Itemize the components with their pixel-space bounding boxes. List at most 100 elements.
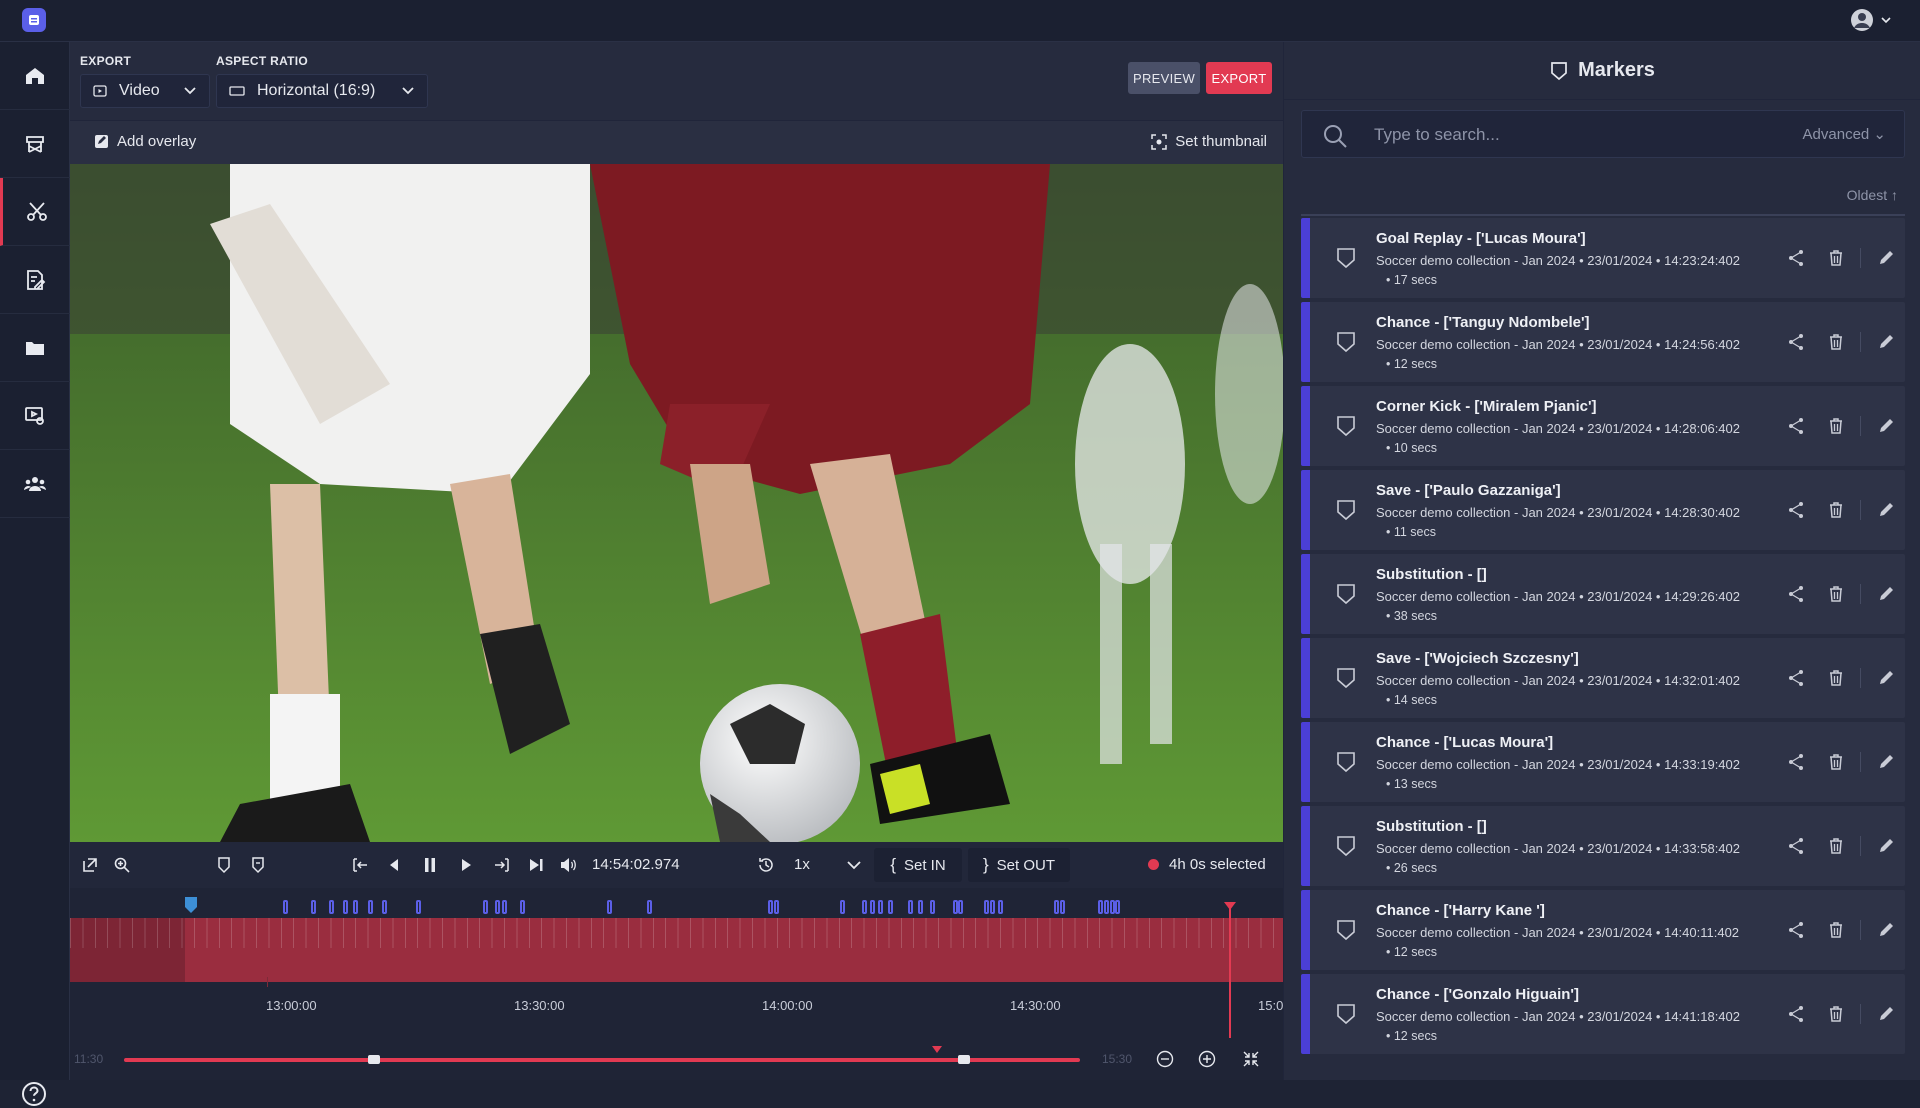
nav-clip-editor[interactable] — [0, 178, 70, 246]
timeline-marker[interactable] — [368, 900, 373, 914]
timeline-marker[interactable] — [502, 900, 507, 914]
export-type-select[interactable]: Video — [80, 74, 210, 108]
set-thumbnail-button[interactable]: Set thumbnail — [1151, 133, 1267, 150]
set-out-button[interactable]: } Set OUT — [968, 848, 1070, 882]
history-button[interactable] — [756, 855, 776, 875]
timeline-marker[interactable] — [878, 900, 883, 914]
trash-icon[interactable] — [1826, 584, 1846, 604]
timeline-marker[interactable] — [1098, 900, 1103, 914]
timeline-marker[interactable] — [918, 900, 923, 914]
scroll-track[interactable] — [124, 1058, 1080, 1062]
timeline-marker[interactable] — [416, 900, 421, 914]
share-icon[interactable] — [1786, 668, 1806, 688]
marker-search[interactable]: Advanced ⌄ — [1301, 110, 1905, 158]
timeline-marker[interactable] — [607, 900, 612, 914]
trash-icon[interactable] — [1826, 248, 1846, 268]
current-marker-icon[interactable] — [184, 896, 198, 914]
marker-track[interactable] — [70, 888, 1283, 918]
timeline-marker[interactable] — [1060, 900, 1065, 914]
share-icon[interactable] — [1786, 1004, 1806, 1024]
nav-folders[interactable] — [0, 314, 70, 382]
timeline-marker[interactable] — [1054, 900, 1059, 914]
pencil-icon[interactable] — [1876, 836, 1896, 856]
share-icon[interactable] — [1786, 752, 1806, 772]
video-player[interactable] — [70, 164, 1283, 842]
play-button[interactable] — [456, 855, 476, 875]
trash-icon[interactable] — [1826, 1004, 1846, 1024]
nav-media-settings[interactable] — [0, 382, 70, 450]
marker-card[interactable]: Chance - ['Harry Kane '] Soccer demo coll… — [1301, 890, 1905, 970]
nav-director[interactable] — [0, 110, 70, 178]
playhead[interactable] — [1229, 906, 1231, 1038]
add-marker-button[interactable] — [214, 855, 234, 875]
trash-icon[interactable] — [1826, 668, 1846, 688]
pencil-icon[interactable] — [1876, 668, 1896, 688]
marker-card[interactable]: Save - ['Paulo Gazzaniga'] Soccer demo co… — [1301, 470, 1905, 550]
timeline-marker[interactable] — [774, 900, 779, 914]
set-in-button[interactable]: { Set IN — [874, 848, 962, 882]
timeline-marker[interactable] — [930, 900, 935, 914]
skip-end-button[interactable] — [526, 855, 546, 875]
timeline-marker[interactable] — [483, 900, 488, 914]
collapse-icon[interactable] — [1242, 1050, 1260, 1068]
marker-card[interactable]: Chance - ['Gonzalo Higuain'] Soccer demo … — [1301, 974, 1905, 1054]
marker-card[interactable]: Substitution - [] Soccer demo collection … — [1301, 554, 1905, 634]
speed-value[interactable]: 1x — [794, 856, 810, 873]
pencil-icon[interactable] — [1876, 332, 1896, 352]
advanced-search-toggle[interactable]: Advanced ⌄ — [1803, 125, 1886, 143]
timeline-marker[interactable] — [990, 900, 995, 914]
pencil-icon[interactable] — [1876, 416, 1896, 436]
timeline-marker[interactable] — [343, 900, 348, 914]
pencil-icon[interactable] — [1876, 920, 1896, 940]
timeline-marker[interactable] — [870, 900, 875, 914]
marker-card[interactable]: Chance - ['Lucas Moura'] Soccer demo coll… — [1301, 722, 1905, 802]
marker-card[interactable]: Goal Replay - ['Lucas Moura'] Soccer demo… — [1301, 218, 1905, 298]
marker-card[interactable]: Save - ['Wojciech Szczesny'] Soccer demo … — [1301, 638, 1905, 718]
trash-icon[interactable] — [1826, 836, 1846, 856]
search-input[interactable] — [1374, 123, 1774, 147]
aspect-ratio-select[interactable]: Horizontal (16:9) — [216, 74, 428, 108]
nav-edit[interactable] — [0, 246, 70, 314]
marker-card[interactable]: Substitution - [] Soccer demo collection … — [1301, 806, 1905, 886]
timeline-marker[interactable] — [984, 900, 989, 914]
timeline-marker[interactable] — [768, 900, 773, 914]
timeline-marker[interactable] — [382, 900, 387, 914]
go-to-out-button[interactable] — [492, 855, 512, 875]
preview-button[interactable]: PREVIEW — [1128, 62, 1200, 94]
add-overlay-button[interactable]: Add overlay — [94, 133, 196, 150]
timeline-marker[interactable] — [1104, 900, 1109, 914]
timeline-marker[interactable] — [283, 900, 288, 914]
timeline-marker[interactable] — [888, 900, 893, 914]
app-logo[interactable] — [22, 8, 46, 32]
timeline-marker[interactable] — [520, 900, 525, 914]
trash-icon[interactable] — [1826, 752, 1846, 772]
share-icon[interactable] — [1786, 584, 1806, 604]
timeline-marker[interactable] — [311, 900, 316, 914]
scroll-handle-right[interactable] — [958, 1055, 970, 1064]
trash-icon[interactable] — [1826, 920, 1846, 940]
pencil-icon[interactable] — [1876, 1004, 1896, 1024]
marker-list-button[interactable] — [248, 855, 268, 875]
popout-button[interactable] — [80, 855, 100, 875]
marker-card[interactable]: Corner Kick - ['Miralem Pjanic'] Soccer d… — [1301, 386, 1905, 466]
nav-home[interactable] — [0, 42, 70, 110]
timeline-marker[interactable] — [840, 900, 845, 914]
trash-icon[interactable] — [1826, 332, 1846, 352]
share-icon[interactable] — [1786, 920, 1806, 940]
timeline[interactable]: 13:00:00 13:30:00 14:00:00 14:30:00 15:0… — [70, 888, 1288, 1080]
timeline-marker[interactable] — [647, 900, 652, 914]
timeline-marker[interactable] — [908, 900, 913, 914]
help-icon[interactable] — [20, 1080, 48, 1108]
pencil-icon[interactable] — [1876, 248, 1896, 268]
playhead-handle[interactable] — [1224, 902, 1236, 910]
share-icon[interactable] — [1786, 332, 1806, 352]
go-to-in-button[interactable] — [350, 855, 370, 875]
timeline-marker[interactable] — [495, 900, 500, 914]
share-icon[interactable] — [1786, 248, 1806, 268]
share-icon[interactable] — [1786, 836, 1806, 856]
share-icon[interactable] — [1786, 416, 1806, 436]
pencil-icon[interactable] — [1876, 500, 1896, 520]
timeline-marker[interactable] — [1115, 900, 1120, 914]
timeline-marker[interactable] — [958, 900, 963, 914]
user-menu[interactable] — [1850, 8, 1892, 32]
